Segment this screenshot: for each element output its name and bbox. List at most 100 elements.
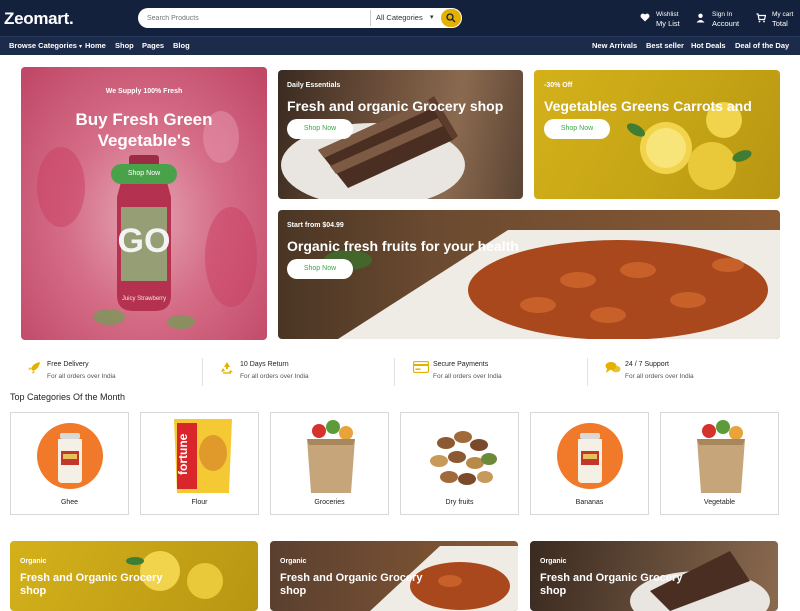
- site-logo[interactable]: Zeomart.: [4, 9, 74, 29]
- promo-banner-discount[interactable]: -30% Off Vegetables Greens Carrots and S…: [534, 70, 780, 199]
- caret-down-icon: ▾: [79, 44, 83, 50]
- browse-categories-menu[interactable]: Browse Categories ▾: [9, 41, 82, 50]
- category-card-bananas[interactable]: Bananas: [530, 412, 649, 515]
- promo-subtitle: Organic: [540, 558, 567, 565]
- account-label: Account: [712, 19, 740, 28]
- category-label: Bananas: [575, 499, 604, 506]
- top-categories-title: Top Categories Of the Month: [10, 392, 126, 402]
- category-label: Groceries: [314, 499, 345, 506]
- pasta-image: [324, 230, 780, 339]
- feature-title: Free Delivery: [47, 361, 89, 368]
- grocery-bag-image: [697, 420, 745, 493]
- cart-total: Total: [772, 19, 788, 28]
- veg-banner-title: Vegetables Greens Carrots and: [544, 98, 752, 114]
- rocket-icon: [28, 362, 40, 374]
- feature-subtitle: For all orders over India: [240, 373, 309, 380]
- promo-title: Fresh and Organic Grocery shop: [540, 572, 683, 597]
- search-button[interactable]: [441, 9, 461, 27]
- nav-link-deal-of-day[interactable]: Deal of the Day: [735, 41, 789, 50]
- bottom-promo-3[interactable]: Organic Fresh and Organic Grocery shop: [530, 541, 778, 611]
- chevron-down-icon[interactable]: ▾: [430, 13, 434, 21]
- cake-banner-subtitle: Daily Essentials: [287, 82, 341, 89]
- heart-icon: [640, 13, 650, 22]
- category-label: Dry fruits: [445, 499, 474, 506]
- pasta-banner-subtitle: Start from $04.99: [287, 222, 344, 229]
- feature-title: Secure Payments: [433, 361, 489, 368]
- feature-divider: [394, 358, 395, 386]
- promo-subtitle: Organic: [20, 558, 47, 565]
- nav-link-hot-deals[interactable]: Hot Deals: [691, 41, 726, 50]
- promo-title: Fresh and Organic Grocery shop: [280, 572, 423, 597]
- pasta-banner-title: Organic fresh fruits for your health: [287, 238, 519, 254]
- feature-return: 10 Days Return For all orders over India: [220, 360, 390, 386]
- nav-link-best-seller[interactable]: Best seller: [646, 41, 684, 50]
- category-card-ghee[interactable]: Ghee: [10, 412, 129, 515]
- category-card-groceries[interactable]: Groceries: [270, 412, 389, 515]
- user-icon: [696, 13, 705, 23]
- feature-title: 10 Days Return: [240, 361, 289, 368]
- main-nav: Browse Categories ▾ Home Shop Pages Blog…: [0, 36, 800, 55]
- signin-link[interactable]: Sign In Account: [696, 10, 752, 30]
- category-select[interactable]: All Categories: [376, 13, 423, 22]
- category-label: Vegetable: [703, 499, 736, 506]
- bottle-label-text: Juicy Strawberry: [121, 296, 167, 302]
- nav-link-home[interactable]: Home: [85, 41, 106, 50]
- flour-pack-image: fortune: [174, 419, 232, 493]
- pasta-banner-shop-now-button[interactable]: Shop Now: [287, 259, 353, 279]
- main-banner-title-line1: Buy Fresh Green: [75, 110, 213, 129]
- dry-fruits-image: [430, 431, 497, 485]
- chat-icon: [605, 362, 621, 373]
- feature-support: 24 / 7 Support For all orders over India: [605, 360, 775, 386]
- svg-text:fortune: fortune: [176, 433, 190, 475]
- category-card-flour[interactable]: fortune Flour: [140, 412, 259, 515]
- promo-subtitle: Organic: [280, 558, 307, 565]
- cake-banner-title: Fresh and organic Grocery shop: [287, 98, 504, 114]
- wishlist-link[interactable]: Wishlist My List: [640, 10, 700, 30]
- ghee-jar-image: [58, 433, 82, 483]
- grocery-bag-image: [307, 420, 355, 493]
- bottom-promo-2[interactable]: Organic Fresh and Organic Grocery shop: [270, 541, 518, 611]
- main-banner-title-line2: Vegetable's: [97, 131, 191, 150]
- hero-banner-main[interactable]: GO We Supply 100% Fresh Buy Fresh Green …: [21, 67, 267, 340]
- recycle-icon: [221, 362, 233, 374]
- feature-title: 24 / 7 Support: [625, 361, 669, 368]
- promo-banner-daily-essentials[interactable]: Daily Essentials Fresh and organic Groce…: [278, 70, 523, 199]
- search-divider: [370, 10, 371, 26]
- nav-link-pages[interactable]: Pages: [142, 41, 164, 50]
- category-label: Ghee: [60, 499, 79, 506]
- bottom-promo-1[interactable]: Organic Fresh and Organic Grocery shop: [10, 541, 258, 611]
- cart-icon: [756, 13, 766, 23]
- wishlist-label: Wishlist: [656, 11, 679, 18]
- cake-banner-shop-now-button[interactable]: Shop Now: [287, 119, 353, 139]
- wishlist-sublabel: My List: [656, 19, 680, 28]
- search-bar: All Categories ▾: [138, 8, 462, 28]
- promo-title: Fresh and Organic Grocery shop: [20, 572, 163, 597]
- category-card-vegetable[interactable]: Vegetable: [660, 412, 779, 515]
- veg-banner-subtitle: -30% Off: [544, 82, 573, 89]
- nav-link-blog[interactable]: Blog: [173, 41, 190, 50]
- veg-banner-shop-now-button[interactable]: Shop Now: [544, 119, 610, 139]
- feature-subtitle: For all orders over India: [47, 373, 116, 380]
- credit-card-icon: [413, 361, 429, 373]
- search-input[interactable]: [138, 8, 370, 28]
- main-banner-shop-now-button[interactable]: Shop Now: [111, 164, 177, 184]
- cart-label: My cart: [772, 11, 794, 18]
- feature-subtitle: For all orders over India: [433, 373, 502, 380]
- feature-subtitle: For all orders over India: [625, 373, 694, 380]
- main-banner-subtitle: We Supply 100% Fresh: [105, 88, 183, 95]
- promo-banner-fresh-fruits[interactable]: Start from $04.99 Organic fresh fruits f…: [278, 210, 780, 339]
- nav-link-new-arrivals[interactable]: New Arrivals: [592, 41, 637, 50]
- top-header: Zeomart. All Categories ▾ Wishlist My Li…: [0, 0, 800, 36]
- feature-divider: [202, 358, 203, 386]
- feature-free-delivery: Free Delivery For all orders over India: [27, 360, 197, 386]
- feature-secure-payments: Secure Payments For all orders over Indi…: [413, 360, 583, 386]
- signin-label: Sign In: [712, 11, 733, 18]
- category-label: Flour: [191, 499, 208, 506]
- feature-divider: [587, 358, 588, 386]
- nav-link-shop[interactable]: Shop: [115, 41, 134, 50]
- ghee-jar-image: [578, 433, 602, 483]
- category-card-dry-fruits[interactable]: Dry fruits: [400, 412, 519, 515]
- search-icon: [446, 13, 456, 23]
- svg-text:GO: GO: [118, 222, 171, 260]
- cart-link[interactable]: My cart Total: [756, 10, 800, 30]
